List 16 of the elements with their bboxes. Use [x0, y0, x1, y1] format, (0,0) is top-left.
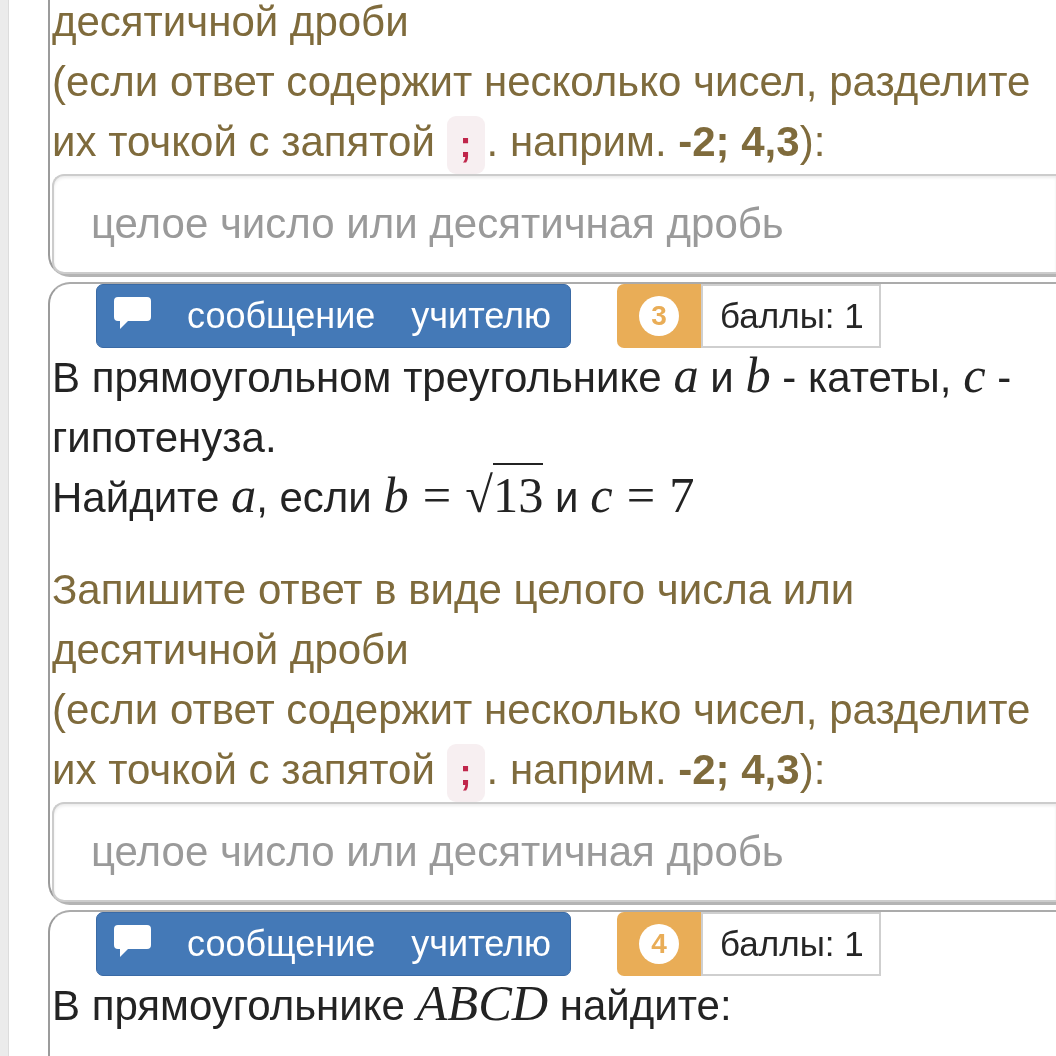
- question-number: 4: [639, 923, 680, 964]
- question-number: 3: [639, 295, 680, 336]
- message-teacher-button[interactable]: сообщение учителю: [96, 911, 572, 976]
- speech-bubble-icon: [114, 296, 151, 329]
- message-teacher-button[interactable]: сообщение учителю: [96, 283, 572, 348]
- instruction-text: (если ответ содержит несколько чисел, разделите их точкой с запятой ; . наприм. -2; 4,3):: [52, 52, 1056, 174]
- instruction-text: (если ответ содержит несколько чисел, разделите их точкой с запятой ; . наприм. -2; 4,3):: [52, 679, 1056, 802]
- answer-field[interactable]: целое число или десятичная дробь: [52, 173, 1056, 274]
- points-label: баллы: 1: [701, 283, 882, 348]
- instruction-text: десятичной дроби: [52, 0, 410, 47]
- question-text: В прямоугольнике ABCD найдите:: [52, 975, 733, 1033]
- speech-bubble-icon: [114, 924, 151, 957]
- points-label: баллы: 1: [701, 911, 882, 976]
- instruction-text: Запишите ответ в виде целого числа или десятичной дроби: [52, 564, 856, 675]
- answer-field[interactable]: целое число или десятичная дробь: [52, 801, 1056, 902]
- question-text: В прямоугольном треугольнике a и b - катеты, c - гипотенуза.: [52, 347, 1013, 463]
